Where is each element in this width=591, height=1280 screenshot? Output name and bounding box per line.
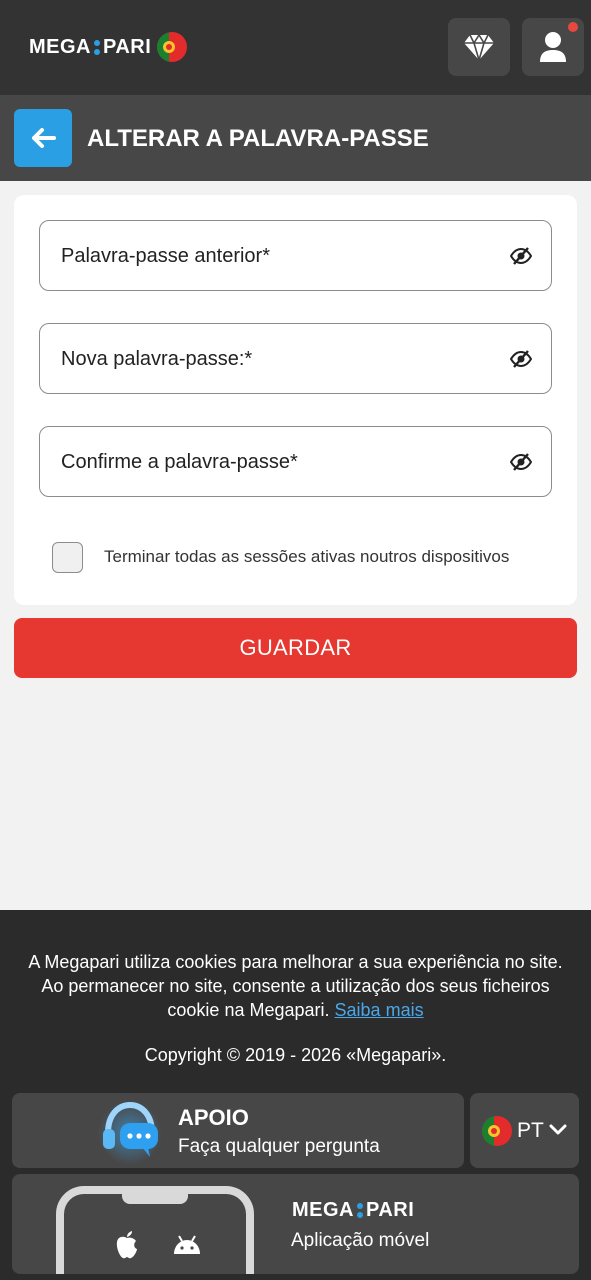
user-icon [540, 32, 566, 62]
diamond-icon [464, 33, 494, 61]
terminate-sessions-label[interactable]: Terminar todas as sessões ativas noutros… [104, 547, 509, 567]
eye-hidden-icon[interactable] [510, 452, 532, 472]
support-subtitle: Faça qualquer pergunta [178, 1136, 380, 1157]
new-password-field[interactable]: Nova palavra-passe:* [39, 323, 552, 394]
eye-hidden-icon[interactable] [510, 246, 532, 266]
top-bar: MEGA PARI [0, 0, 591, 95]
app-logo-text-left: MEGA [292, 1199, 354, 1221]
app-subtitle: Aplicação móvel [291, 1230, 430, 1251]
language-code: PT [517, 1119, 544, 1142]
portugal-flag-icon [157, 32, 188, 62]
app-megapari-logo: MEGA PARI [292, 1199, 414, 1222]
copyright: Copyright © 2019 - 2026 «Megapari». [144, 1045, 447, 1065]
confirm-password-field[interactable]: Confirme a palavra-passe* [39, 426, 552, 497]
change-password-form: Palavra-passe anterior* Nova palavra-pas… [14, 195, 577, 605]
app-logo-text-right: PARI [366, 1199, 415, 1221]
eye-hidden-icon[interactable] [510, 349, 532, 369]
page-title: ALTERAR A PALAVRA-PASSE [87, 125, 429, 152]
arrow-left-icon [32, 128, 56, 148]
logo-colon-icon [94, 39, 100, 55]
support-button[interactable]: APOIO Faça qualquer pergunta [12, 1093, 464, 1168]
portugal-flag-icon [482, 1116, 512, 1146]
headset-chat-icon [98, 1101, 162, 1165]
mobile-app-banner[interactable]: MEGA PARI Aplicação móvel [12, 1174, 579, 1274]
phone-notch [122, 1192, 188, 1204]
back-button[interactable] [14, 109, 72, 167]
vip-button[interactable] [448, 18, 510, 76]
terminate-sessions-checkbox[interactable] [52, 542, 83, 573]
cookie-notice: A Megapari utiliza cookies para melhorar… [16, 950, 575, 1022]
cookie-learn-more-link[interactable]: Saiba mais [335, 1000, 424, 1020]
notification-dot [568, 22, 578, 32]
save-button[interactable]: GUARDAR [14, 618, 577, 678]
profile-button[interactable] [522, 18, 584, 76]
logo-text-left: MEGA [29, 35, 91, 58]
phone-illustration [56, 1186, 254, 1274]
apple-icon[interactable] [114, 1230, 140, 1260]
cookie-text: A Megapari utiliza cookies para melhorar… [28, 952, 563, 1020]
footer: A Megapari utiliza cookies para melhorar… [0, 910, 591, 1280]
old-password-placeholder: Palavra-passe anterior* [61, 245, 270, 267]
language-selector[interactable]: PT [470, 1093, 579, 1168]
page-header: ALTERAR A PALAVRA-PASSE [0, 95, 591, 181]
android-icon[interactable] [172, 1234, 202, 1256]
new-password-placeholder: Nova palavra-passe:* [61, 348, 253, 370]
support-title: APOIO [178, 1105, 249, 1130]
logo-text-right: PARI [103, 35, 152, 58]
logo-colon-icon [357, 1203, 363, 1218]
megapari-logo[interactable]: MEGA PARI [29, 31, 188, 63]
old-password-field[interactable]: Palavra-passe anterior* [39, 220, 552, 291]
chevron-down-icon [549, 1124, 567, 1135]
confirm-password-placeholder: Confirme a palavra-passe* [61, 451, 298, 473]
